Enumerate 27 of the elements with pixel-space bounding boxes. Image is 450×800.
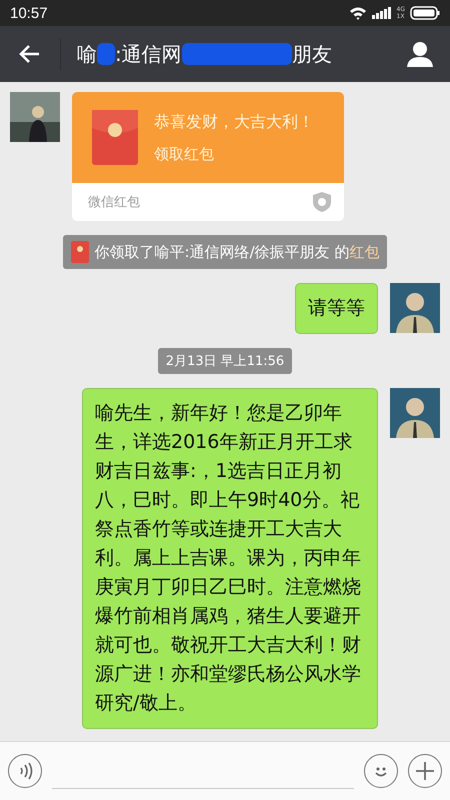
message-text: 请等等 [308,297,365,319]
envelope-icon [92,110,138,165]
shield-icon [312,191,332,213]
clock-time: 10:57 [10,4,48,22]
packet-card[interactable]: 恭喜发财，大吉大利！ 领取红包 微信红包 [72,92,344,221]
signal-icon [372,7,392,19]
timestamp: 2月13日 早上11:56 [158,348,292,374]
packet-action: 领取红包 [154,144,215,164]
chat-title: 喻 [77,40,97,68]
packet-link[interactable]: 红包 [349,242,380,260]
plus-icon [415,761,435,781]
message-text: 喻先生，新年好！您是乙卯年生，详选2016年新正月开工求财吉日兹事:，1选吉日正月初八，巳时。即上午9时40分。祀祭点香竹等或连捷开工大吉大利。属上上吉课。课为，丙申年庚寅月丁卯日乙巳时。注意燃烧爆竹前相肖属鸡，猪生人要避开就可也。敬祝开工大吉大利！财源广进！亦和堂缪氏杨公风水学研究/敬上。 [95,402,361,714]
plus-button[interactable] [408,754,442,788]
chat-title: :通信网 [115,40,182,68]
emoji-button[interactable] [364,754,398,788]
packet-greeting: 恭喜发财，大吉大利！ [154,112,314,132]
battery-icon [410,6,440,20]
chat-title: 朋友 [292,40,332,68]
person-icon [406,40,434,68]
envelope-icon [70,241,89,263]
wifi-icon [348,6,367,20]
system-notice: 你领取了喻平:通信网络/徐振平朋友 的红包 [94,242,380,262]
redaction-mark [97,43,115,65]
packet-label: 微信红包 [88,194,140,211]
voice-button[interactable] [8,754,42,788]
avatar[interactable] [10,92,60,142]
back-arrow-icon [19,44,41,64]
